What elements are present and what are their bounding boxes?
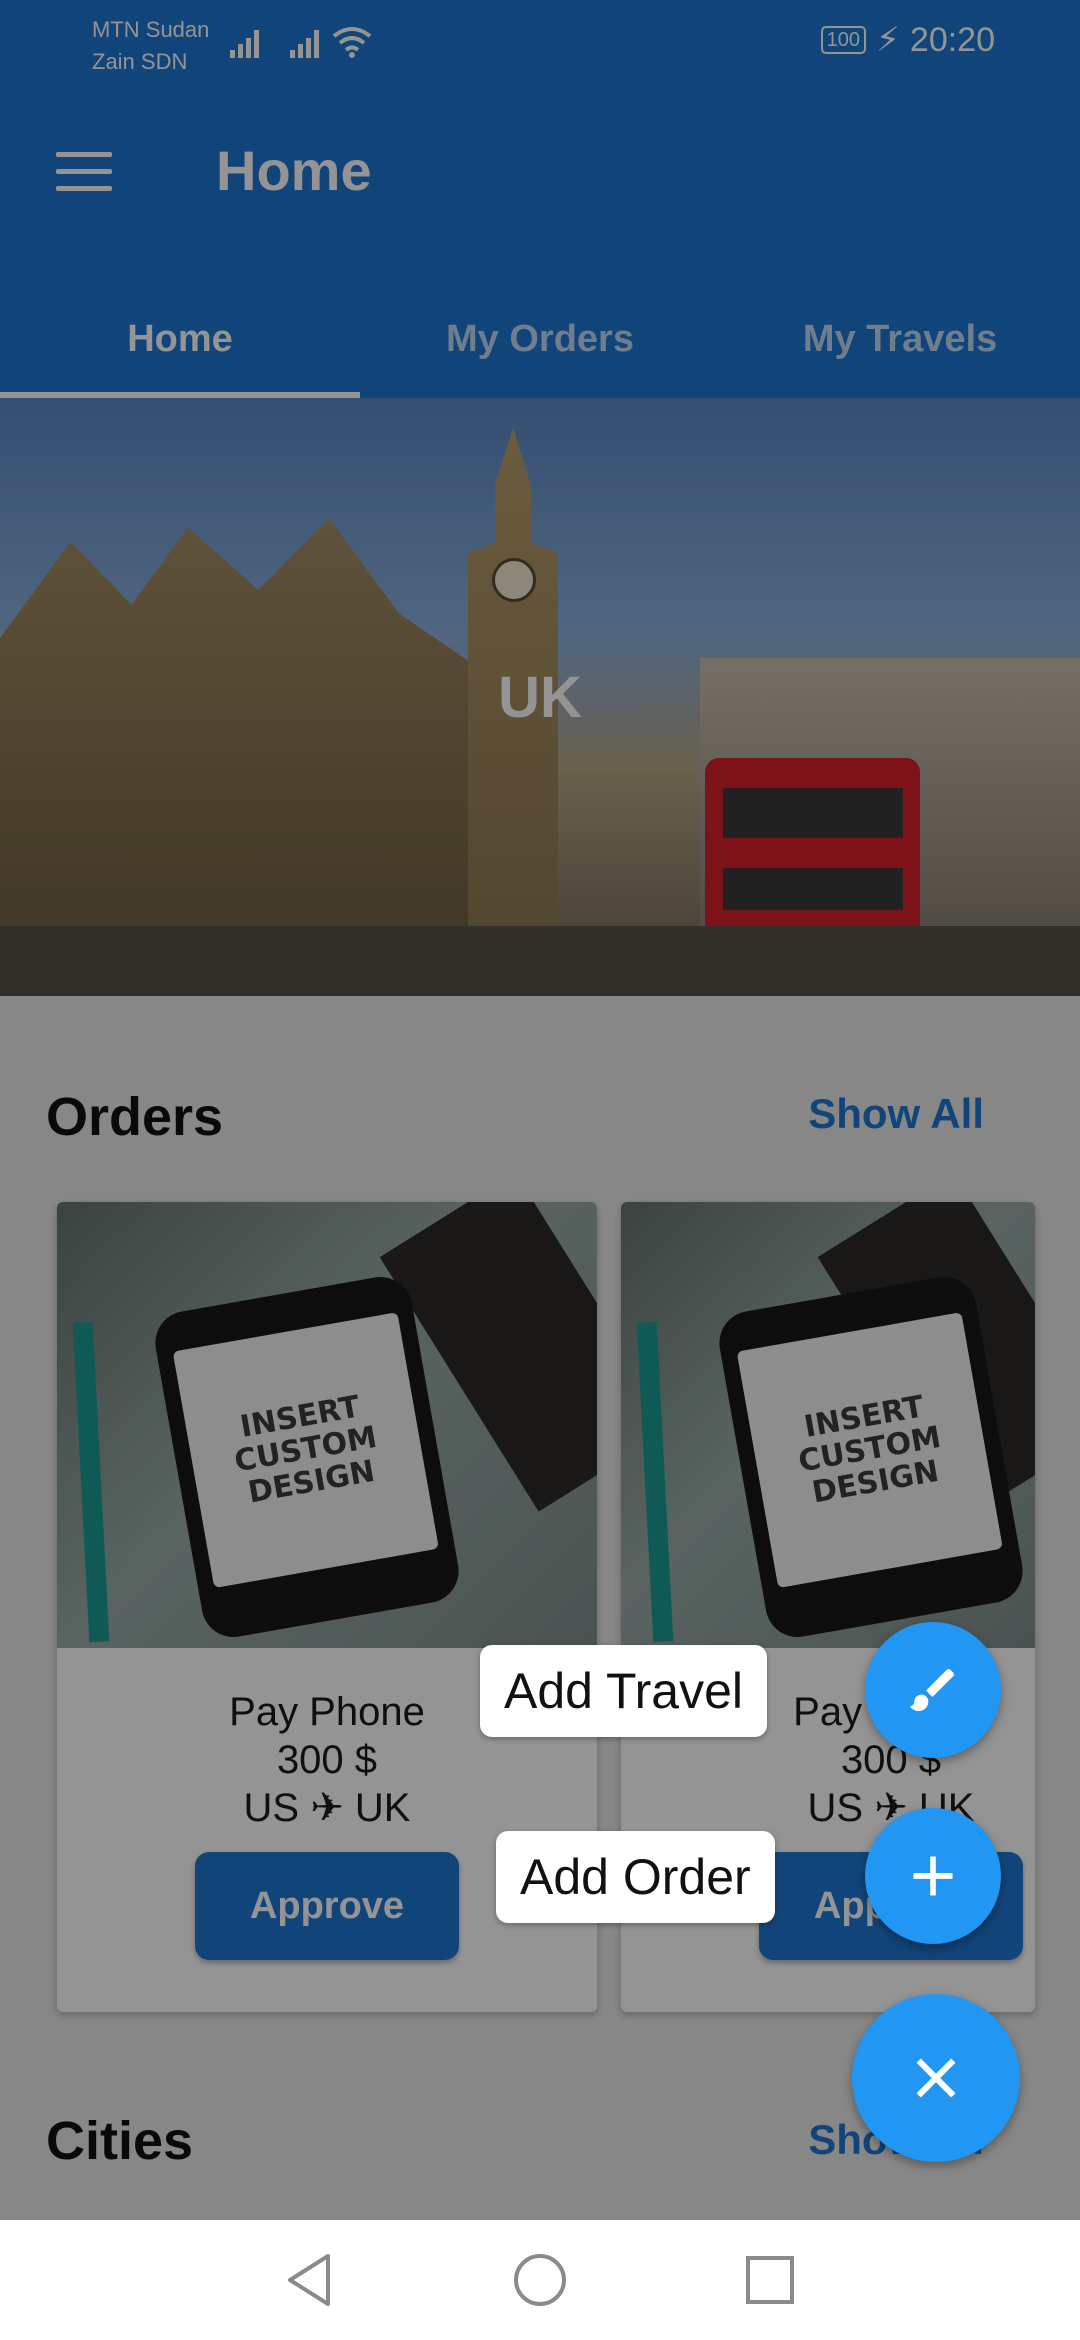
close-speed-dial-button[interactable] bbox=[852, 1994, 1020, 2162]
add-order-label[interactable]: Add Order bbox=[496, 1831, 775, 1923]
close-icon bbox=[916, 2058, 956, 2098]
back-triangle-icon[interactable] bbox=[282, 2250, 338, 2310]
home-circle-icon[interactable] bbox=[510, 2250, 570, 2310]
add-order-button[interactable] bbox=[865, 1808, 1001, 1944]
add-travel-label[interactable]: Add Travel bbox=[480, 1645, 768, 1737]
plus-icon bbox=[913, 1856, 953, 1896]
recents-square-icon[interactable] bbox=[742, 2250, 798, 2310]
add-travel-button[interactable] bbox=[865, 1622, 1001, 1758]
brush-icon bbox=[909, 1668, 955, 1711]
system-nav-bar bbox=[0, 2220, 1080, 2340]
